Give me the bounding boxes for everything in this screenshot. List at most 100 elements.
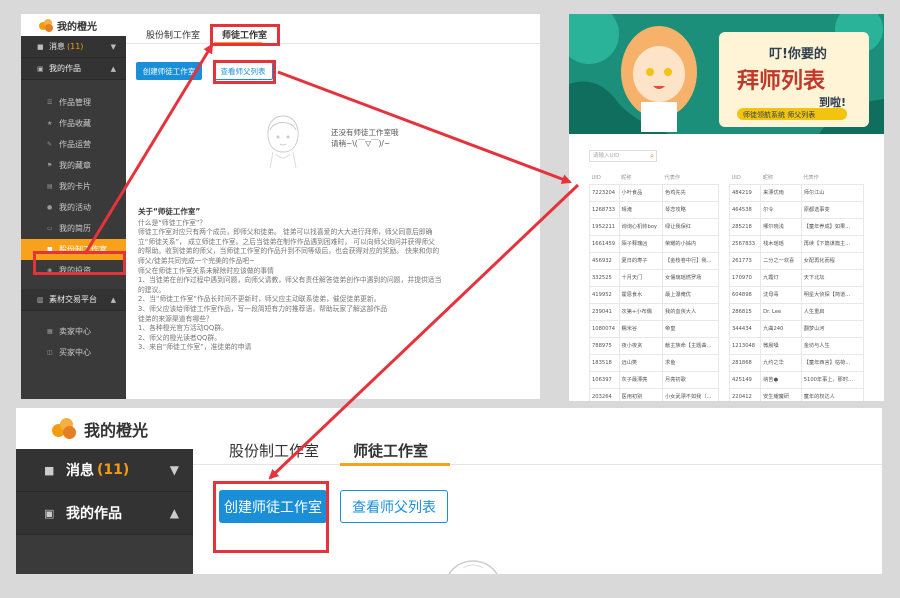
sidebar-item-operations[interactable]: ✎ 作品运营: [21, 134, 126, 155]
tab-share-studio[interactable]: 股份制工作室: [229, 440, 319, 461]
about-line: 师徒工作室对应只有两个成员，即师父和徒弟。 徒弟可以找喜爱的大大进行拜师，师父同…: [138, 228, 433, 237]
shop-icon: ▥: [37, 295, 44, 304]
about-line: 徒弟的来源渠道有哪些？: [138, 314, 213, 323]
create-mentor-studio-button[interactable]: 创建师徒工作室: [136, 62, 202, 80]
table-row[interactable]: 285218 哪尔晓浅 【童年养成】如果...: [728, 217, 865, 236]
large-tab-bar: 股份制工作室 师徒工作室: [193, 408, 882, 466]
view-master-list-button[interactable]: 查看师父列表: [340, 490, 448, 523]
sidebar-item-resume[interactable]: ▭ 我的简历: [21, 218, 126, 239]
table-row[interactable]: 332525 十月天门 女儒璃瑶燃罗场: [589, 268, 719, 287]
table-row[interactable]: 220412 安生耀魔研 童年的权达人: [728, 387, 865, 401]
table-row[interactable]: 183518 远山笑 求鱼: [589, 353, 719, 372]
uid-search-input[interactable]: 请输入UID ⌕: [589, 150, 657, 162]
sidebar-item-label: 我的活动: [59, 203, 91, 212]
sidebar-item-buyer[interactable]: ◫ 买家中心: [21, 342, 126, 363]
nickname-cell: 沈母毒: [760, 285, 802, 304]
representative-work-cell: 翻梦山河: [800, 319, 865, 338]
uid-cell: 1080074: [589, 319, 620, 338]
about-line: 师父在师徒工作室关系未解除时应该做的事情: [138, 266, 274, 275]
about-line: 3、来自“师徒工作室”，准徒弟的申请: [138, 343, 252, 352]
nickname-cell: Dr. Lee: [760, 302, 802, 321]
table-row[interactable]: 286815 Dr. Lee 人生重启: [728, 302, 865, 321]
master-list-page: 叮!你要的 拜师列表 到啦! 师徒领航系统 师父列表 请输入UID ⌕ UID …: [569, 14, 884, 401]
search-placeholder: 请输入UID: [593, 153, 620, 159]
nickname-cell: 夏日的寿子: [618, 251, 664, 270]
representative-work-cell: 人生重启: [800, 302, 865, 321]
table-row[interactable]: 456932 夏日的寿子 【金枝卷中行】我...: [589, 251, 719, 270]
about-line: 1、各种橙光官方活动QQ群。: [138, 324, 228, 333]
representative-work-cell: 明星大侦探【简道...: [800, 285, 865, 304]
representative-work-cell: 女儒璃瑶燃罗场: [662, 268, 719, 287]
table-row[interactable]: 261773 二分之一欢喜 女配再化而程: [728, 251, 865, 270]
small-group-works[interactable]: ▣ 我的作品 ▲: [21, 58, 126, 80]
table-row[interactable]: 239041 次第+小布偶 我的血侠大人: [589, 302, 719, 321]
representative-work-cell: 童年的权达人: [800, 387, 865, 401]
about-line: 1、当徒弟在创作过程中遇到问题，向师父请教，师父有责任解答徒弟创作中遇到的问题，…: [138, 276, 442, 285]
table-row[interactable]: 7223204 小叶食品 色鸡先先: [589, 183, 719, 202]
representative-work-cell: 天下北坛: [800, 268, 865, 287]
representative-work-cell: 琴恋攻略: [662, 200, 719, 219]
table-row[interactable]: 1268733 晴淹 琴恋攻略: [589, 200, 719, 219]
sidebar-item-label: 卖家中心: [59, 327, 91, 336]
table-row[interactable]: 464538 尔令 原都选事变: [728, 200, 865, 219]
nickname-cell: 霍恩食水: [618, 285, 664, 304]
about-line: 的建议。: [138, 285, 166, 294]
large-group-messages[interactable]: ■ 消息 (11) ▼: [16, 449, 193, 492]
about-line: 什么是“师徒工作室”？: [138, 218, 207, 227]
bag-icon: ◫: [47, 349, 53, 356]
table-row[interactable]: 281868 九约之华 【童年西言】枯荷...: [728, 353, 865, 372]
tab-mentor-studio[interactable]: 师徒工作室: [353, 440, 428, 461]
small-group-market[interactable]: ▥ 素材交易平台 ▲: [21, 289, 126, 311]
table-row[interactable]: 203264 医用初别 小女武漂不如我（...: [589, 387, 719, 401]
uid-cell: 484219: [728, 183, 762, 202]
sidebar-item-favorites[interactable]: ★ 作品收藏: [21, 113, 126, 134]
about-title: 关于“师徒工作室”: [138, 207, 201, 216]
table-row[interactable]: 788975 夜小夜贪 献主族命【主题曲...: [589, 336, 719, 355]
table-row[interactable]: 1213048 微晨嗓 金坊与人生: [728, 336, 865, 355]
table-row[interactable]: 1661459 陌子释瑰凶 荣耀的小姊内: [589, 234, 719, 253]
sidebar-item-label: 作品运营: [59, 140, 91, 149]
highlight-share-studio-item: [33, 251, 126, 275]
nickname-cell: 十月天门: [618, 268, 664, 287]
uid-cell: 285218: [728, 217, 762, 236]
table-row[interactable]: 425149 纳苦● 5100年事上，那时...: [728, 370, 865, 389]
master-table-right: UID 昵称 代表作 484219 来漂优雨 师尔江山 464538 尔令 原都选事变 28…: [728, 172, 865, 401]
small-group-messages[interactable]: ■ 消息 (11) ▼: [21, 36, 126, 58]
large-brand-logo[interactable]: 我的橙光: [16, 408, 193, 449]
small-main: 股份制工作室 师徒工作室 创建师徒工作室 查看师父列表 还没有师徒工作室哦 请稍…: [126, 14, 540, 399]
master-table-left: UID 昵称 代表作 7223204 小叶食品 色鸡先先 1268733 晴淹 琴恋攻略 1…: [589, 172, 719, 401]
tab-share-studio[interactable]: 股份制工作室: [146, 28, 200, 41]
banner-title-line3: 到啦!: [819, 95, 846, 109]
sidebar-item-activities[interactable]: ● 我的活动: [21, 197, 126, 218]
representative-work-cell: 献主族命【主题曲...: [662, 336, 719, 355]
sidebar-item-badges[interactable]: ⚑ 我的藏章: [21, 155, 126, 176]
table-row[interactable]: 170970 九霞灯 天下北坛: [728, 268, 865, 287]
empty-message-line2: 请稍~\(￣▽￣)/~: [331, 139, 391, 148]
about-line: 2、当“师徒工作室”作品长时间不更新时，师父应主动联系徒弟，催促徒弟更新。: [138, 295, 381, 304]
banner-title-line1: 叮!你要的: [769, 46, 827, 62]
empty-message-line1: 还没有师徒工作室哦: [331, 128, 399, 137]
large-brand-name: 我的橙光: [84, 420, 149, 440]
uid-cell: 220412: [728, 387, 762, 401]
table-row[interactable]: 2567833 栈木瑶瑶 再续【下篇谋篇主...: [728, 234, 865, 253]
large-group-works[interactable]: ▣ 我的作品 ▲: [16, 492, 193, 535]
table-row[interactable]: 604898 沈母毒 明星大侦探【简道...: [728, 285, 865, 304]
caret-down-icon: ▼: [169, 463, 179, 477]
table-row[interactable]: 344434 九曲240 翻梦山河: [728, 319, 865, 338]
representative-work-cell: 最上瀑俺优: [662, 285, 719, 304]
table-row[interactable]: 419952 霍恩食水 最上瀑俺优: [589, 285, 719, 304]
sidebar-item-seller[interactable]: ▦ 卖家中心: [21, 321, 126, 342]
edit-icon: ▣: [44, 506, 55, 520]
search-icon[interactable]: ⌕: [650, 151, 654, 161]
about-mentor-studio: 关于“师徒工作室” 什么是“师徒工作室”？ 师徒工作室对应只有两个成员，即师父和…: [138, 207, 530, 353]
table-row[interactable]: 484219 来漂优雨 师尔江山: [728, 183, 865, 202]
uid-cell: 1661459: [589, 234, 620, 253]
table-row[interactable]: 1080074 糯米谷 帝皇: [589, 319, 719, 338]
list-icon: ☰: [47, 99, 53, 106]
sidebar-item-cards[interactable]: ▤ 我的卡片: [21, 176, 126, 197]
table-row[interactable]: 106397 灰子最漂亮 月亮初歌: [589, 370, 719, 389]
sidebar-item-works-manage[interactable]: ☰ 作品管理: [21, 92, 126, 113]
nickname-cell: 九约之华: [760, 353, 802, 372]
small-brand-logo[interactable]: 我的橙光: [21, 14, 126, 36]
table-row[interactable]: 1952211 询询心机帅boy 绿让我保红: [589, 217, 719, 236]
